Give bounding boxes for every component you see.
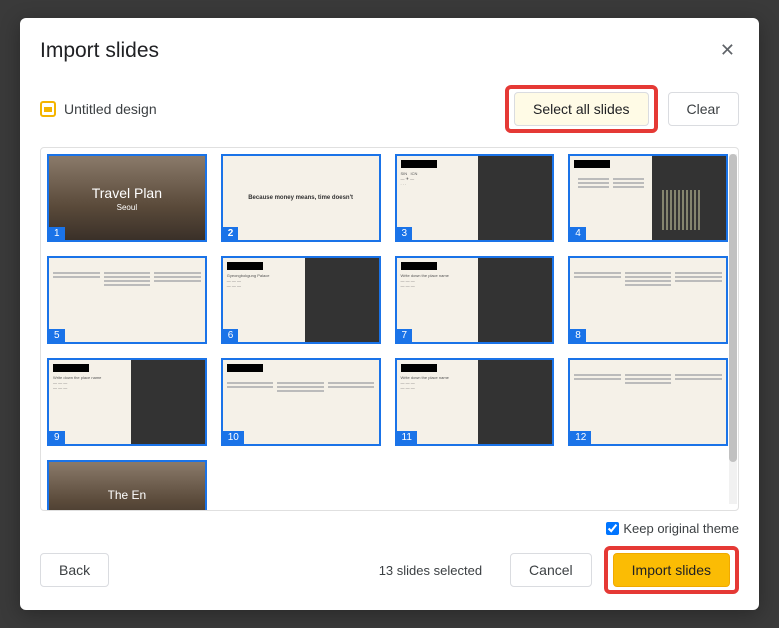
slide-title: Travel Plan bbox=[92, 185, 162, 201]
document-label: Untitled design bbox=[40, 101, 157, 117]
select-all-button[interactable]: Select all slides bbox=[514, 92, 649, 126]
slide-thumbnail[interactable]: 12 bbox=[568, 358, 728, 446]
selection-status: 13 slides selected bbox=[379, 563, 482, 578]
slide-number: 3 bbox=[397, 227, 413, 240]
slide-thumbnail[interactable]: 5 bbox=[47, 256, 207, 344]
slide-number: 11 bbox=[397, 431, 417, 444]
slide-number: 2 bbox=[223, 227, 239, 240]
clear-button[interactable]: Clear bbox=[668, 92, 739, 126]
slide-number: 5 bbox=[49, 329, 65, 342]
slide-thumbnail[interactable]: SIN ICN— ✈ —. . . 3 bbox=[395, 154, 555, 242]
slide-thumbnail[interactable]: Because money means, time doesn't 2 bbox=[221, 154, 381, 242]
slide-thumbnail[interactable]: Write down the place name— — —— — — 11 bbox=[395, 358, 555, 446]
slide-thumbnail[interactable]: 8 bbox=[568, 256, 728, 344]
back-button[interactable]: Back bbox=[40, 553, 109, 587]
toolbar: Untitled design Select all slides Clear bbox=[40, 85, 739, 133]
toolbar-buttons: Select all slides Clear bbox=[505, 85, 739, 133]
slide-number: 10 bbox=[223, 431, 244, 444]
keep-theme-label: Keep original theme bbox=[623, 521, 739, 536]
slide-number: 8 bbox=[570, 329, 586, 342]
slides-grid-container: Travel Plan Seoul 1 Because money means,… bbox=[40, 147, 739, 511]
slide-thumbnail[interactable]: 4 bbox=[568, 154, 728, 242]
scrollbar-thumb[interactable] bbox=[729, 154, 737, 462]
slide-number: 9 bbox=[49, 431, 65, 444]
slide-number: 7 bbox=[397, 329, 413, 342]
slide-thumbnail[interactable]: Write down the place name— — —— — — 7 bbox=[395, 256, 555, 344]
slide-number: 12 bbox=[570, 431, 591, 444]
dialog-footer: Keep original theme Back 13 slides selec… bbox=[40, 521, 739, 594]
slide-number: 6 bbox=[223, 329, 239, 342]
annotation-highlight: Import slides bbox=[604, 546, 739, 594]
dialog-header: Import slides ✕ bbox=[40, 36, 739, 65]
slides-grid[interactable]: Travel Plan Seoul 1 Because money means,… bbox=[41, 148, 738, 510]
slide-caption: Because money means, time doesn't bbox=[248, 195, 353, 201]
slide-thumbnail[interactable]: 10 bbox=[221, 358, 381, 446]
slide-title: The En bbox=[108, 488, 147, 502]
footer-actions: Back 13 slides selected Cancel Import sl… bbox=[40, 546, 739, 594]
document-name: Untitled design bbox=[64, 101, 157, 117]
close-icon[interactable]: ✕ bbox=[716, 36, 739, 65]
slide-number: 1 bbox=[49, 227, 65, 240]
keep-theme-checkbox[interactable] bbox=[606, 522, 619, 535]
cancel-button[interactable]: Cancel bbox=[510, 553, 592, 587]
import-button[interactable]: Import slides bbox=[613, 553, 730, 587]
slides-file-icon bbox=[40, 101, 56, 117]
slide-thumbnail[interactable]: Write down the place name— — —— — — 9 bbox=[47, 358, 207, 446]
scrollbar[interactable] bbox=[729, 154, 737, 504]
slide-subtitle: Seoul bbox=[117, 203, 137, 212]
slide-number: 4 bbox=[570, 227, 586, 240]
annotation-highlight: Select all slides bbox=[505, 85, 658, 133]
keep-theme-row: Keep original theme bbox=[40, 521, 739, 536]
slide-thumbnail[interactable]: Gyeongbokgung Palace— — —— — — 6 bbox=[221, 256, 381, 344]
import-slides-dialog: Import slides ✕ Untitled design Select a… bbox=[20, 18, 759, 610]
slide-thumbnail[interactable]: Travel Plan Seoul 1 bbox=[47, 154, 207, 242]
slide-thumbnail[interactable]: The En bbox=[47, 460, 207, 510]
dialog-title: Import slides bbox=[40, 39, 159, 63]
